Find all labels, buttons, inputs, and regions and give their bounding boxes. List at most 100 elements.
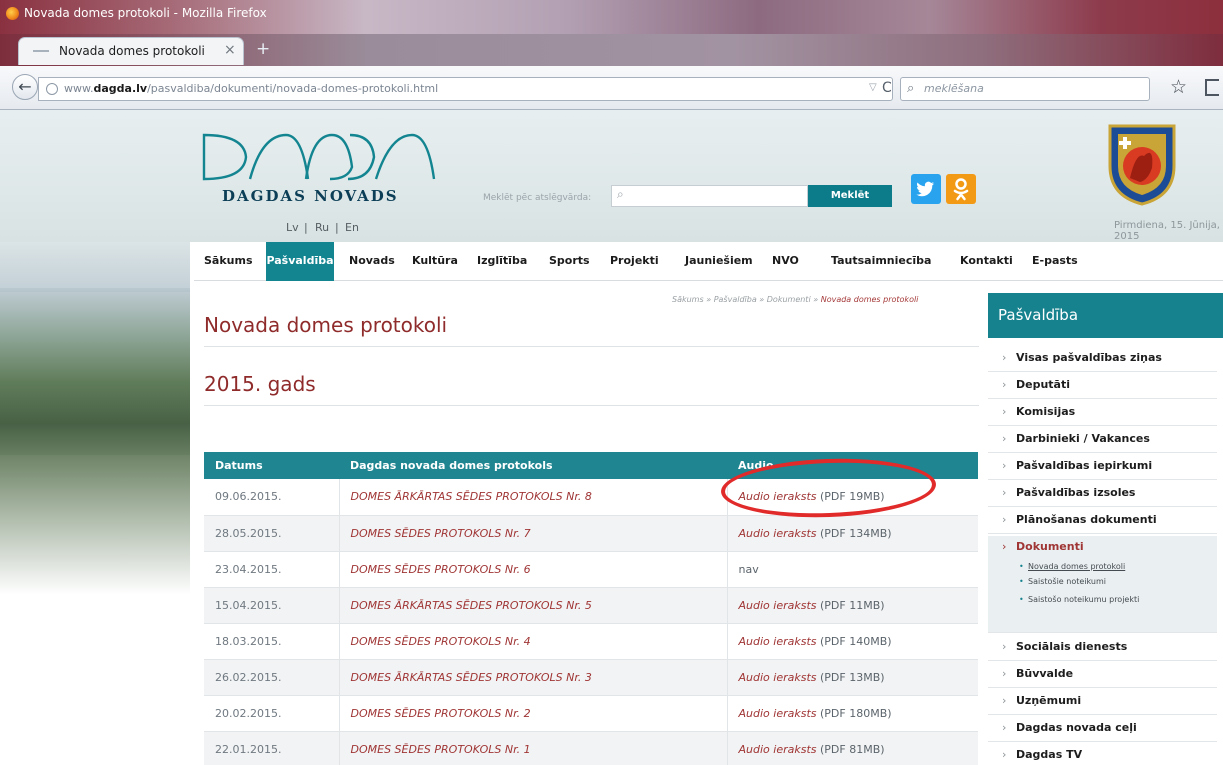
audio-link[interactable]: Audio ieraksts [739, 743, 817, 756]
nav-item-projekti[interactable]: Projekti [610, 242, 659, 281]
sidebar: Pašvaldība › Visas pašvaldības ziņas › Dep… [988, 293, 1223, 765]
audio-link[interactable]: Audio ieraksts [739, 707, 817, 720]
odnoklassniki-icon[interactable] [946, 174, 976, 204]
sidebar-item-deputati[interactable]: › Deputāti [988, 372, 1217, 399]
audio-link[interactable]: Audio ieraksts [739, 599, 817, 612]
web-page: DAGDAS NOVADS Lv | Ru | En Meklēt pēc at… [0, 110, 1223, 765]
audio-link[interactable]: Audio ieraksts [739, 671, 817, 684]
sidebar-item-zinas[interactable]: › Visas pašvaldības ziņas [988, 345, 1217, 372]
sidebar-item-darbinieki[interactable]: › Darbinieki / Vakances [988, 426, 1217, 453]
protocol-link[interactable]: DOMES SĒDES PROTOKOLS Nr. 2 [339, 695, 728, 732]
column-header-protocol: Dagdas novada domes protokols [339, 452, 727, 479]
audio-link[interactable]: Audio ieraksts [739, 527, 817, 540]
audio-cell: Audio ieraksts (PDF 140MB) [727, 623, 978, 660]
nav-item-jauniesiem[interactable]: Jauniešiem [685, 242, 753, 281]
url-text[interactable]: www.dagda.lv/pasvaldiba/dokumenti/novada… [64, 82, 438, 95]
sidebar-title: Pašvaldība [988, 293, 1223, 338]
url-bar[interactable]: www.dagda.lv/pasvaldiba/dokumenti/novada… [38, 77, 893, 101]
reload-icon[interactable]: C [882, 80, 892, 96]
protocol-link[interactable]: DOMES SĒDES PROTOKOLS Nr. 4 [339, 623, 728, 660]
protocol-link[interactable]: DOMES SĒDES PROTOKOLS Nr. 6 [339, 551, 728, 588]
sidebar-item-uznemumi[interactable]: › Uzņēmumi [988, 688, 1217, 715]
sidebar-item-tv[interactable]: › Dagdas TV [988, 742, 1217, 765]
column-header-date: Datums [204, 452, 339, 479]
audio-link[interactable]: Audio ieraksts [739, 635, 817, 648]
nav-item-tautsaimnieciba[interactable]: Tautsaimniecība [831, 242, 931, 281]
sidebar-item-celi[interactable]: › Dagdas novada ceļi [988, 715, 1217, 742]
twitter-icon[interactable] [911, 174, 941, 204]
audio-info: (PDF 180MB) [816, 706, 892, 720]
chevron-right-icon: › [1002, 486, 1007, 499]
row-date: 20.02.2015. [204, 695, 340, 732]
new-tab-button[interactable]: + [256, 39, 270, 59]
search-button[interactable]: Meklēt [808, 185, 892, 207]
table-row: 22.01.2015. DOMES SĒDES PROTOKOLS Nr. 1 … [204, 731, 978, 765]
row-date: 23.04.2015. [204, 551, 340, 588]
row-date: 09.06.2015. [204, 479, 340, 516]
sidebar-item-dokumenti[interactable]: › Dokumenti • Novada domes protokoli • S… [988, 536, 1217, 633]
sidebar-subitem-protokoli[interactable]: Novada domes protokoli [1028, 562, 1125, 571]
nav-item-kultura[interactable]: Kultūra [412, 242, 458, 281]
nav-item-kontakti[interactable]: Kontakti [960, 242, 1013, 281]
coat-of-arms-icon [1108, 124, 1176, 206]
protocol-link[interactable]: DOMES SĒDES PROTOKOLS Nr. 7 [339, 515, 728, 552]
browser-search-input[interactable]: ⌕ meklēšana [900, 77, 1150, 101]
sidebar-item-iepirkumi[interactable]: › Pašvaldības iepirkumi [988, 453, 1217, 480]
browser-tab[interactable]: Novada domes protokoli × [18, 37, 244, 65]
breadcrumb-link[interactable]: Pašvaldība [714, 295, 757, 304]
sidebar-active-label: Dokumenti [1016, 540, 1084, 553]
chevron-right-icon: › [1002, 513, 1007, 526]
sidebar-item-planosana[interactable]: › Plānošanas dokumenti [988, 507, 1217, 534]
chevron-right-icon: › [1002, 748, 1007, 761]
sidebar-subitem-noteikumi[interactable]: Saistošie noteikumi [1028, 577, 1106, 586]
breadcrumb-current: Novada domes protokoli [820, 295, 919, 304]
audio-cell: Audio ieraksts (PDF 180MB) [727, 695, 978, 732]
lang-en-link[interactable]: En [345, 221, 359, 234]
forest-image [0, 288, 190, 458]
tab-favicon-icon [33, 50, 49, 52]
tab-close-icon[interactable]: × [224, 42, 236, 58]
nav-item-novads[interactable]: Novads [349, 242, 395, 281]
sidebar-item-socialais[interactable]: › Sociālais dienests [988, 634, 1217, 661]
current-date: Pirmdiena, 15. Jūnija, 2015 [1114, 220, 1220, 242]
back-button[interactable]: ← [12, 74, 38, 100]
sidebar-item-komisijas[interactable]: › Komisijas [988, 399, 1217, 426]
protocol-link[interactable]: DOMES ĀRKĀRTAS SĒDES PROTOKOLS Nr. 3 [339, 659, 728, 696]
protocol-link[interactable]: DOMES ĀRKĀRTAS SĒDES PROTOKOLS Nr. 5 [339, 587, 728, 624]
window-titlebar: Novada domes protokoli - Mozilla Firefox [0, 0, 1223, 34]
protocol-link[interactable]: DOMES SĒDES PROTOKOLS Nr. 1 [339, 731, 728, 765]
audio-cell: Audio ieraksts (PDF 11MB) [727, 587, 978, 624]
sidebar-subitem-projekti[interactable]: Saistošo noteikumu projekti [1028, 595, 1139, 604]
search-placeholder: meklēšana [924, 82, 984, 95]
audio-info: (PDF 13MB) [816, 670, 885, 684]
url-dropdown-icon[interactable]: ▽ [869, 82, 877, 93]
header-background [0, 110, 1223, 242]
nav-item-sakums[interactable]: Sākums [204, 242, 253, 281]
sidebar-item-izsoles[interactable]: › Pašvaldības izsoles [988, 480, 1217, 507]
divider [204, 346, 979, 347]
nav-item-izglitiba[interactable]: Izglītība [477, 242, 527, 281]
keyword-search-input[interactable]: ⌕ [611, 185, 808, 207]
lang-ru-link[interactable]: Ru [315, 221, 329, 234]
bookmark-star-icon[interactable]: ☆ [1170, 76, 1187, 98]
audio-cell: Audio ieraksts (PDF 134MB) [727, 515, 978, 552]
main-navigation: Sākums Pašvaldība Novads Kultūra Izglītī… [194, 242, 1223, 281]
keyword-search-label: Meklēt pēc atslēgvārda: [483, 193, 592, 203]
sidebar-item-buvvalde[interactable]: › Būvvalde [988, 661, 1217, 688]
lang-lv-link[interactable]: Lv [286, 221, 299, 234]
breadcrumb-link[interactable]: Dokumenti [767, 295, 811, 304]
dagda-logo-icon[interactable] [198, 127, 448, 195]
row-date: 15.04.2015. [204, 587, 340, 624]
bookmarks-menu-icon[interactable] [1205, 79, 1219, 96]
nav-item-nvo[interactable]: NVO [772, 242, 799, 281]
protocol-link[interactable]: DOMES ĀRKĀRTAS SĒDES PROTOKOLS Nr. 8 [339, 479, 728, 516]
nav-item-pasvaldiba[interactable]: Pašvaldība [266, 242, 334, 281]
bullet-icon: • [1019, 577, 1024, 586]
site-identity-icon[interactable] [46, 83, 58, 95]
breadcrumb-link[interactable]: Sākums [672, 295, 704, 304]
nav-item-e-pasts[interactable]: E-pasts [1032, 242, 1078, 281]
nav-item-sports[interactable]: Sports [549, 242, 590, 281]
row-date: 26.02.2015. [204, 659, 340, 696]
landscape-sky [0, 242, 190, 292]
chevron-right-icon: › [1002, 640, 1007, 653]
